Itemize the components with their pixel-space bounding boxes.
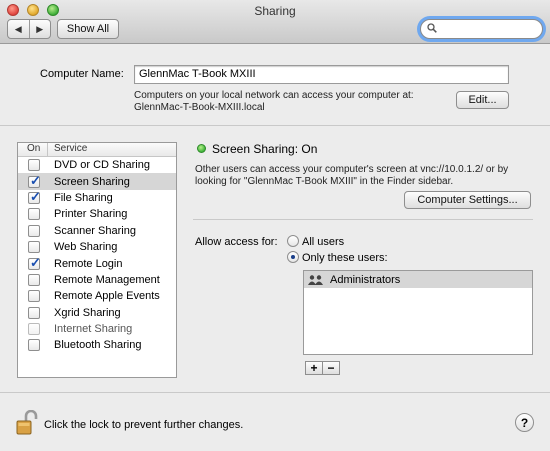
add-user-button[interactable]: + [305, 361, 323, 375]
service-row[interactable]: Remote Login [18, 255, 176, 271]
all-users-label[interactable]: All users [302, 236, 344, 248]
services-rows: DVD or CD Sharing Screen Sharing File Shar… [18, 157, 176, 354]
service-label: Remote Management [54, 273, 160, 286]
service-checkbox[interactable] [28, 159, 40, 172]
show-all-button[interactable]: Show All [57, 19, 119, 39]
service-label: Screen Sharing [54, 175, 130, 188]
service-checkbox[interactable] [28, 339, 40, 352]
service-description-line1: Other users can access your computer's s… [195, 164, 509, 175]
section-divider [0, 125, 550, 126]
service-checkbox[interactable] [28, 224, 40, 237]
help-button[interactable]: ? [515, 413, 534, 432]
service-checkbox[interactable] [28, 255, 41, 271]
service-label: Remote Login [54, 257, 123, 270]
service-row[interactable]: Remote Management [18, 272, 176, 288]
status-indicator-icon [197, 144, 206, 153]
service-checkbox[interactable] [28, 189, 41, 205]
service-checkbox[interactable] [28, 241, 40, 254]
computer-name-label: Computer Name: [40, 68, 124, 80]
all-users-radio[interactable] [287, 235, 299, 247]
window-title: Sharing [254, 4, 296, 18]
service-label: Bluetooth Sharing [54, 339, 142, 352]
column-on-header[interactable]: On [18, 143, 48, 156]
service-row[interactable]: Bluetooth Sharing [18, 337, 176, 353]
services-list: On Service DVD or CD Sharing Screen Shari… [17, 142, 177, 378]
service-status-text: Screen Sharing: On [212, 142, 318, 156]
remove-user-button[interactable]: − [322, 361, 340, 375]
service-checkbox [28, 323, 40, 336]
back-forward-control: ◀ ▶ [7, 19, 51, 39]
service-row[interactable]: File Sharing [18, 189, 176, 206]
service-checkbox[interactable] [28, 306, 40, 319]
computer-settings-button[interactable]: Computer Settings... [404, 191, 531, 209]
network-address-text: GlennMac-T-Book-MXIII.local [134, 102, 265, 113]
service-row[interactable]: Remote Apple Events [18, 288, 176, 304]
lock-message: Click the lock to prevent further change… [44, 419, 244, 431]
service-row[interactable]: DVD or CD Sharing [18, 157, 176, 173]
search-input[interactable] [420, 19, 543, 39]
service-row[interactable]: Printer Sharing [18, 206, 176, 222]
service-row[interactable]: Screen Sharing [18, 173, 176, 190]
services-list-header: On Service [18, 143, 176, 157]
service-row[interactable]: Xgrid Sharing [18, 305, 176, 321]
allowed-users-list: Administrators [303, 270, 533, 355]
lock-icon[interactable] [16, 410, 38, 436]
service-label: Remote Apple Events [54, 290, 160, 303]
network-info-text: Computers on your local network can acce… [134, 90, 414, 101]
only-these-users-label[interactable]: Only these users: [302, 252, 388, 264]
service-label: Xgrid Sharing [54, 306, 121, 319]
column-service-header[interactable]: Service [48, 143, 87, 156]
window-toolbar: Sharing ◀ ▶ Show All [0, 0, 550, 44]
service-checkbox[interactable] [28, 273, 40, 286]
service-label: DVD or CD Sharing [54, 159, 150, 172]
service-label: Printer Sharing [54, 208, 128, 221]
group-icon [308, 274, 323, 285]
service-row[interactable]: Scanner Sharing [18, 223, 176, 239]
detail-divider [193, 219, 533, 220]
service-label: Web Sharing [54, 241, 118, 254]
only-these-users-radio[interactable] [287, 251, 299, 263]
service-label: Internet Sharing [54, 323, 133, 336]
edit-button[interactable]: Edit... [456, 91, 509, 109]
service-checkbox[interactable] [28, 290, 40, 303]
forward-arrow-icon[interactable]: ▶ [30, 20, 51, 38]
user-name: Administrators [330, 273, 401, 286]
computer-name-field[interactable]: GlennMac T-Book MXIII [134, 65, 509, 84]
service-checkbox[interactable] [28, 208, 40, 221]
service-checkbox[interactable] [28, 173, 41, 189]
list-item[interactable]: Administrators [304, 271, 532, 288]
service-description-line2: looking for "GlennMac T-Book MXIII" in t… [195, 176, 454, 187]
service-row[interactable]: Internet Sharing [18, 321, 176, 337]
back-arrow-icon[interactable]: ◀ [8, 20, 30, 38]
footer-divider [0, 392, 550, 393]
service-row[interactable]: Web Sharing [18, 239, 176, 255]
search-icon [427, 23, 437, 33]
service-label: Scanner Sharing [54, 224, 136, 237]
service-label: File Sharing [54, 191, 113, 204]
allow-access-label: Allow access for: [195, 236, 278, 248]
